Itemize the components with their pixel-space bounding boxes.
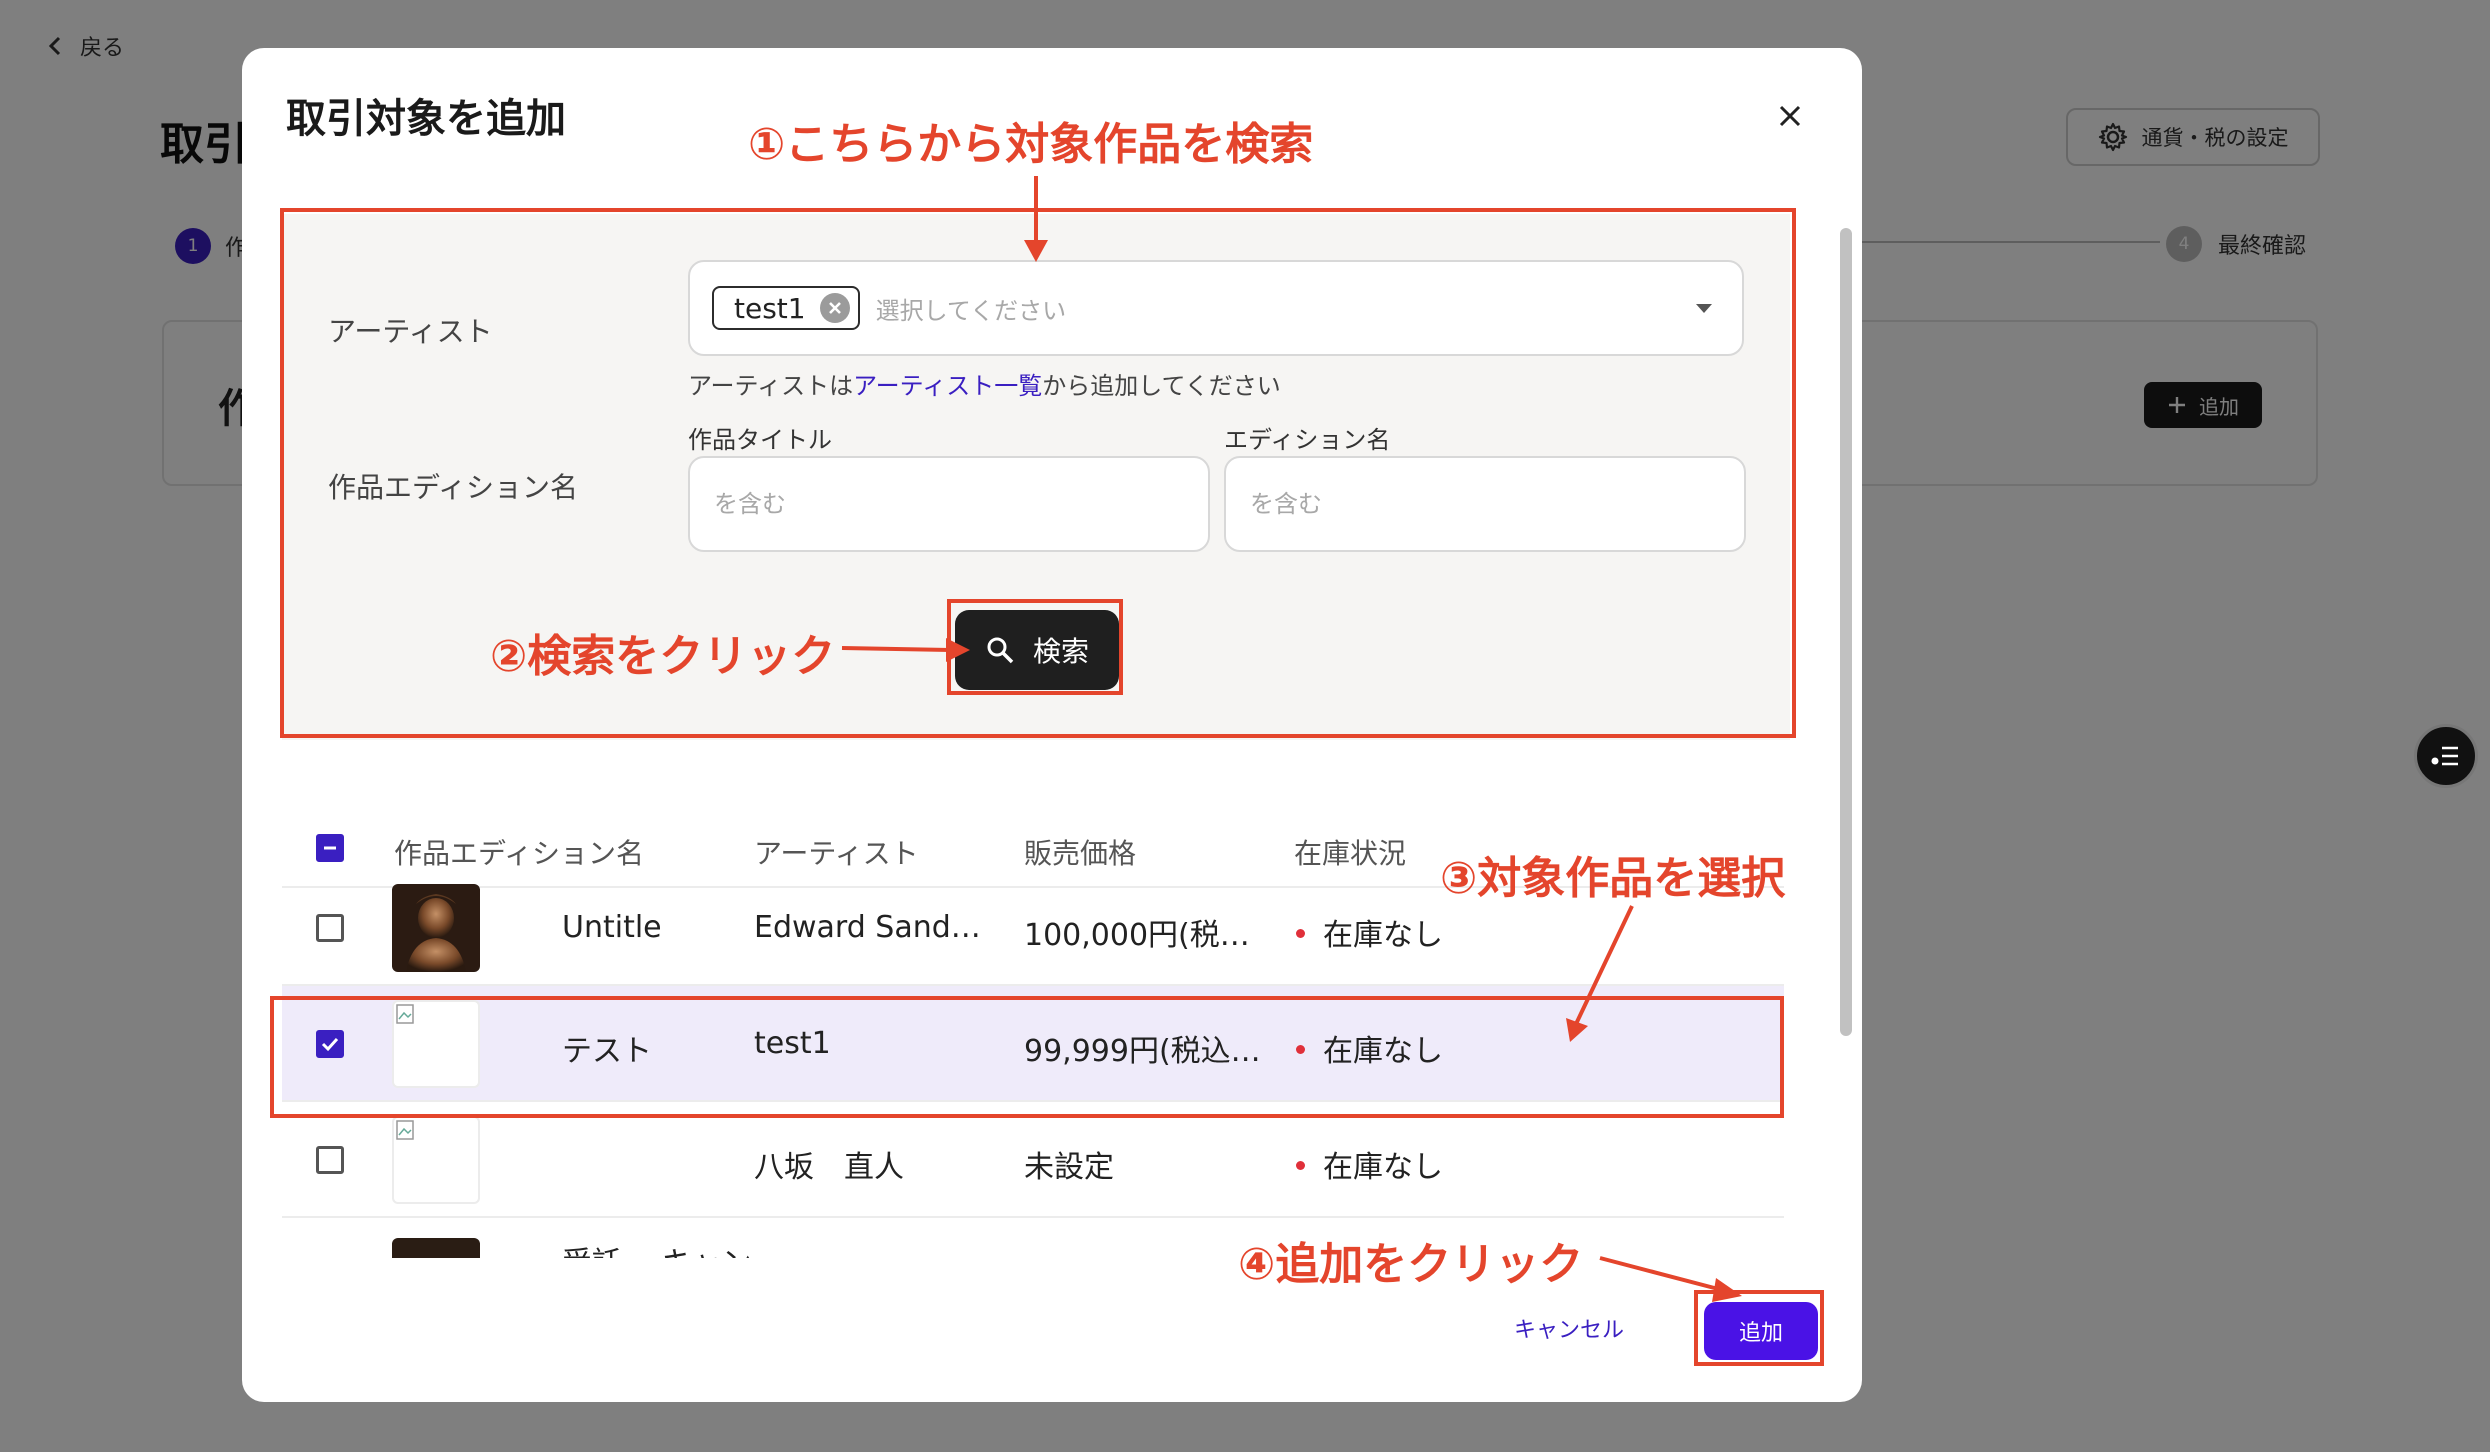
arrow-step-3 <box>1574 905 1634 1025</box>
annotation-arrows <box>841 176 1742 1302</box>
arrow-step-4 <box>1599 1256 1723 1292</box>
arrow-step-2 <box>841 646 951 652</box>
